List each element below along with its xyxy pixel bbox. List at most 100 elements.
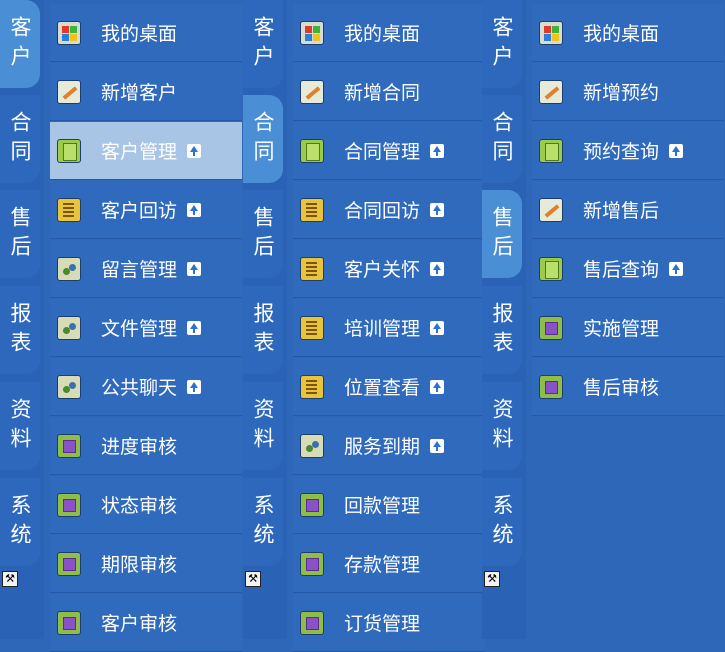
tab-2[interactable]: 售后: [482, 190, 522, 278]
share-icon: [57, 315, 81, 340]
tab-5[interactable]: 系统: [482, 478, 522, 566]
expand-arrow-icon[interactable]: [430, 261, 445, 276]
menu-panel-3: 客户 合同售后报表资料系统 ⚒ 我的桌面新增预约预约查询新增售后售后查询 实施管理 售后审…: [482, 0, 725, 639]
menu-item[interactable]: 新增售后: [532, 181, 724, 239]
expand-arrow-icon[interactable]: [669, 143, 684, 158]
menu-item[interactable]: 回款管理: [293, 476, 485, 534]
expand-arrow-icon[interactable]: [430, 438, 445, 453]
tab-1[interactable]: 合同: [482, 95, 522, 183]
menu-item-label: 我的桌面: [344, 23, 421, 45]
tab-label: 售后: [490, 206, 514, 264]
menu-item[interactable]: 期限审核: [50, 535, 242, 593]
menu-item[interactable]: 实施管理: [532, 299, 724, 357]
expand-arrow-icon[interactable]: [187, 379, 202, 394]
menu-item[interactable]: 新增合同: [293, 63, 485, 121]
tab-4[interactable]: 资料: [482, 382, 522, 470]
menu-item[interactable]: 文件管理: [50, 299, 242, 357]
edit-icon: [300, 79, 324, 104]
menu-item-label: 状态审核: [101, 495, 178, 517]
menu-item-label: 订货管理: [344, 613, 421, 635]
menu-item[interactable]: 位置查看: [293, 358, 485, 416]
tab-5[interactable]: 系统: [243, 478, 283, 566]
menu-item-label: 留言管理: [101, 259, 178, 281]
tab-label: 客户: [8, 16, 32, 74]
tab-label: 报表: [490, 302, 514, 360]
menu-item-label: 客户回访: [101, 200, 178, 222]
menu-item-label: 新增预约: [583, 82, 660, 104]
tab-label: 售后: [251, 206, 275, 264]
menu-item[interactable]: 服务到期: [293, 417, 485, 475]
tab-3[interactable]: 报表: [0, 286, 40, 374]
tab-5[interactable]: 系统: [0, 478, 40, 566]
tab-2[interactable]: 售后: [0, 190, 40, 278]
menu-item[interactable]: 预约查询: [532, 122, 724, 180]
expand-arrow-icon[interactable]: [187, 261, 202, 276]
menu-item-label: 文件管理: [101, 318, 178, 340]
menu-item[interactable]: 客户审核: [50, 594, 242, 652]
tab-2[interactable]: 售后: [243, 190, 283, 278]
audit-icon: [300, 610, 324, 635]
menu-item[interactable]: 新增预约: [532, 63, 724, 121]
note-icon: [300, 256, 324, 281]
expand-arrow-icon[interactable]: [669, 261, 684, 276]
menu-item[interactable]: 我的桌面: [532, 4, 724, 62]
tab-label: 资料: [490, 398, 514, 456]
menu-item-label: 预约查询: [583, 141, 660, 163]
tab-label: 报表: [8, 302, 32, 360]
menu-item[interactable]: 状态审核: [50, 476, 242, 534]
edit-icon: [539, 197, 563, 222]
menu-item[interactable]: 客户回访: [50, 181, 242, 239]
menu-item[interactable]: 进度审核: [50, 417, 242, 475]
tab-0[interactable]: 客户: [482, 0, 522, 88]
expand-arrow-icon[interactable]: [430, 320, 445, 335]
menu-item[interactable]: 合同回访: [293, 181, 485, 239]
menu-item-label: 合同管理: [344, 141, 421, 163]
menu-item[interactable]: 新增客户: [50, 63, 242, 121]
tab-3[interactable]: 报表: [482, 286, 522, 374]
expand-arrow-icon[interactable]: [430, 143, 445, 158]
menu-item[interactable]: 培训管理: [293, 299, 485, 357]
tab-label: 报表: [251, 302, 275, 360]
menu-item[interactable]: 订货管理: [293, 594, 485, 652]
audit-icon: [57, 551, 81, 576]
menu-item-label: 新增合同: [344, 82, 421, 104]
menu-item[interactable]: 客户关怀: [293, 240, 485, 298]
toolbox-icon[interactable]: ⚒: [484, 571, 500, 587]
toolbox-icon[interactable]: ⚒: [245, 571, 261, 587]
tab-label: 合同: [8, 111, 32, 169]
tab-4[interactable]: 资料: [0, 382, 40, 470]
menu-item[interactable]: 客户管理: [50, 122, 242, 180]
menu-item[interactable]: 我的桌面: [50, 4, 242, 62]
menu-item[interactable]: 售后查询: [532, 240, 724, 298]
expand-arrow-icon[interactable]: [430, 202, 445, 217]
tab-0[interactable]: 客户: [243, 0, 283, 88]
share-icon: [57, 256, 81, 281]
expand-arrow-icon[interactable]: [187, 320, 202, 335]
note-icon: [300, 374, 324, 399]
share-icon: [57, 374, 81, 399]
expand-arrow-icon[interactable]: [187, 143, 202, 158]
menu-item[interactable]: 公共聊天: [50, 358, 242, 416]
menu-item[interactable]: 售后审核: [532, 358, 724, 416]
tab-1[interactable]: 合同: [243, 95, 283, 183]
expand-arrow-icon[interactable]: [430, 379, 445, 394]
tab-1[interactable]: 合同: [0, 95, 40, 183]
vertical-tab-bar: 客户 合同售后报表资料系统 ⚒: [482, 0, 526, 639]
expand-arrow-icon[interactable]: [187, 202, 202, 217]
menu-item[interactable]: 存款管理: [293, 535, 485, 593]
tab-label: 售后: [8, 206, 32, 264]
menu-item[interactable]: 合同管理: [293, 122, 485, 180]
tab-3[interactable]: 报表: [243, 286, 283, 374]
menu-item-label: 服务到期: [344, 436, 421, 458]
menu-item[interactable]: 我的桌面: [293, 4, 485, 62]
tab-label: 系统: [490, 494, 514, 552]
menu-item-label: 我的桌面: [583, 23, 660, 45]
menu-panel-1: 客户合同售后报表资料 系统 ⚒ 我的桌面 新增客户 客户管理客户回访留言管理文件管理公共聊…: [0, 0, 243, 652]
tab-0[interactable]: 客户: [0, 0, 40, 88]
audit-icon: [300, 551, 324, 576]
menu-item-label: 存款管理: [344, 554, 421, 576]
menu-item[interactable]: 留言管理: [50, 240, 242, 298]
tab-4[interactable]: 资料: [243, 382, 283, 470]
menu-item-label: 新增售后: [583, 200, 660, 222]
toolbox-icon[interactable]: ⚒: [2, 571, 18, 587]
